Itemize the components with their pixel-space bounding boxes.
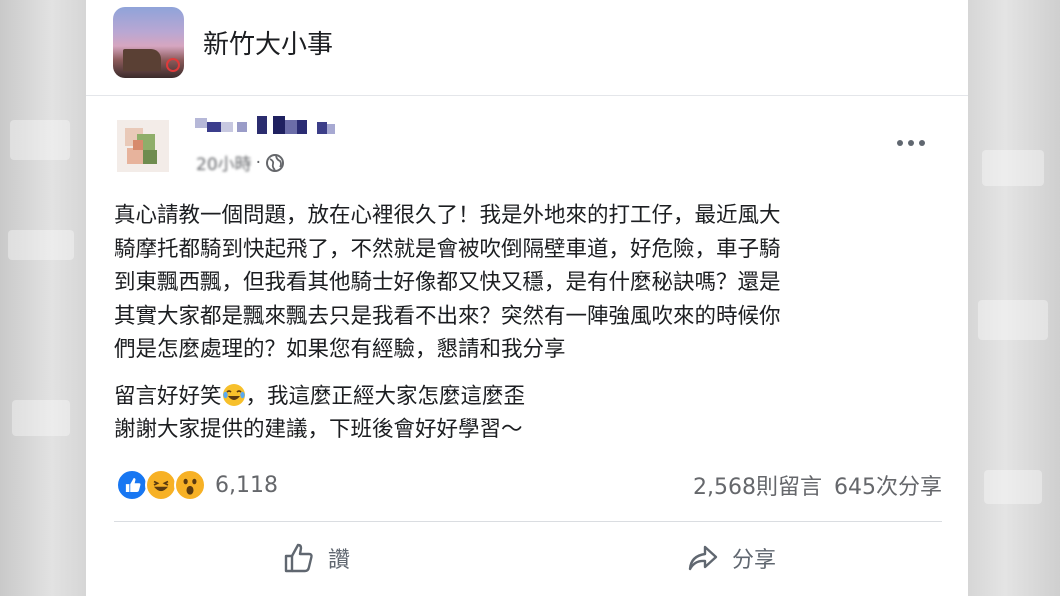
background-left-blur [0,0,86,596]
group-name[interactable]: 新竹大小事 [203,24,333,61]
wow-reaction-icon [174,469,206,501]
post-time[interactable]: 20小時 [196,150,252,175]
reactions-summary[interactable]: 6,118 [116,469,278,501]
share-count[interactable]: 645次分享 [834,469,942,501]
edit-line-1: 留言好好笑 ，我這麼正經大家怎麼這麼歪 [114,380,525,413]
group-header: 新竹大小事 [86,0,968,96]
engagement-stats: 2,568則留言 645次分享 [693,469,942,501]
laughing-tears-emoji-icon [222,384,245,406]
post-body-line: 真心請教一個問題，放在心裡很久了！我是外地來的打工仔，最近風大 [114,203,781,228]
time-separator: · [255,152,262,173]
background-right-blur [968,0,1060,596]
share-button[interactable]: 分享 [686,532,776,584]
post-edit-note: 留言好好笑 ，我這麼正經大家怎麼這麼歪 謝謝大家提供的建議，下班後會好好學習～ [114,380,525,446]
blur-patch [978,300,1048,340]
poster-avatar[interactable] [117,120,169,172]
like-label: 讚 [328,548,351,573]
post-time-row: 20小時 · [196,150,285,175]
post-body-line: 到東飄西飄，但我看其他騎士好像都又快又穩，是有什麼秘訣嗎？還是 [114,270,781,295]
share-label: 分享 [732,548,777,573]
haha-reaction-icon [145,469,177,501]
edit-line-2: 謝謝大家提供的建議，下班後會好好學習～ [114,417,523,442]
badge-icon [166,58,180,72]
reaction-count[interactable]: 6,118 [215,473,278,498]
blur-patch [8,230,74,260]
post-body: 真心請教一個問題，放在心裡很久了！我是外地來的打工仔，最近風大 騎摩托都騎到快起… [114,199,944,367]
share-arrow-icon [688,545,718,571]
building-shape [123,49,161,71]
post-body-line: 其實大家都是飄來飄去只是我看不出來？突然有一陣強風吹來的時候你 [114,303,781,329]
comment-count[interactable]: 2,568則留言 [693,469,822,501]
thumbs-up-icon [284,543,313,573]
blur-patch [10,120,70,160]
like-reaction-icon [116,469,148,501]
post-body-line: 們是怎麼處理的？如果您有經驗，懇請和我分享 [114,337,566,362]
blur-patch [12,400,70,436]
post-card: 新竹大小事 20小時 · 真心請教一個問題，放在心裡很久了！我是外地來的打工仔，… [86,0,968,596]
edit-line-1-after: ，我這麼正經大家怎麼這麼歪 [245,384,526,409]
group-avatar[interactable] [113,7,184,78]
poster-name-redacted[interactable] [193,116,343,138]
like-button[interactable]: 讚 [282,532,350,584]
divider [114,521,942,522]
globe-icon [266,153,285,172]
post-body-line: 騎摩托都騎到快起飛了，不然就是會被吹倒隔壁車道，好危險，車子騎 [114,236,781,262]
blur-patch [982,150,1044,186]
more-dots-icon [897,140,925,146]
blur-patch [984,470,1042,504]
more-options-button[interactable] [891,128,931,158]
edit-line-1-before: 留言好好笑 [114,384,222,409]
